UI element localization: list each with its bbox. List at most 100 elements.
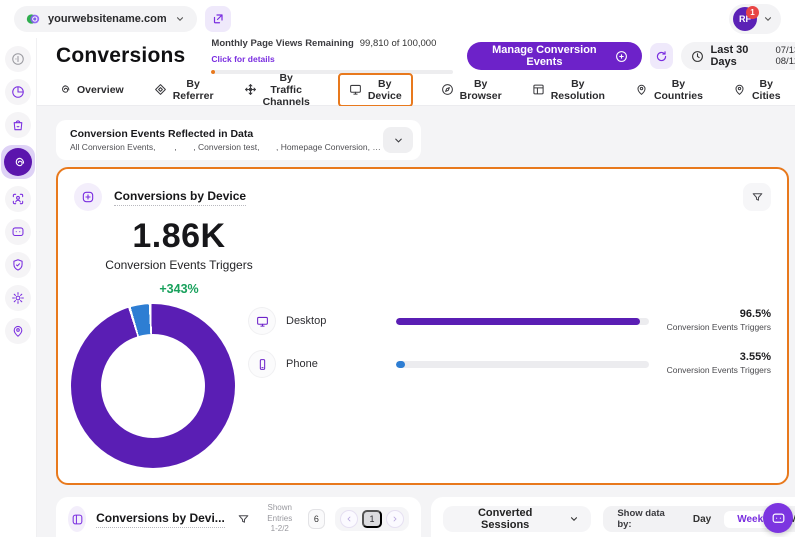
sidebar-item-conversions[interactable]: [4, 148, 32, 176]
sidebar-item-settings[interactable]: [5, 285, 31, 311]
conversions-table-card: Conversions by Devi... Shown Entries 1-2…: [56, 497, 421, 537]
show-data-by-label: Show data by:: [607, 508, 680, 530]
notification-badge: 1: [746, 6, 759, 19]
tab-by-cities[interactable]: By Cities: [731, 74, 783, 106]
phone-percentage-sub: Conversion Events Triggers: [663, 365, 771, 376]
per-page-selector[interactable]: 6: [308, 509, 325, 529]
chevron-down-icon: [569, 514, 579, 524]
chevron-left-icon: [345, 515, 353, 523]
external-link-icon: [212, 13, 224, 25]
gear-icon: [11, 291, 25, 305]
tab-by-referrer[interactable]: By Referrer: [152, 74, 216, 106]
refresh-button[interactable]: [650, 43, 673, 69]
tab-by-device[interactable]: By Device: [338, 73, 413, 107]
tab-by-browser[interactable]: By Browser: [439, 74, 504, 106]
views-remaining-label: Monthly Page Views Remaining: [211, 38, 353, 49]
funnel-icon: [237, 513, 250, 526]
account-menu[interactable]: RF 1: [729, 4, 781, 34]
tab-label: By Cities: [752, 78, 781, 102]
phone-percentage: 3.55%: [663, 351, 771, 363]
card-chart-icon: [74, 183, 102, 211]
collapse-panel-icon: [11, 52, 25, 66]
tab-label: By Traffic Channels: [263, 72, 310, 108]
tab-by-traffic-channels[interactable]: By Traffic Channels: [242, 68, 312, 112]
browser-compass-icon: [441, 83, 454, 96]
page-header: Conversions Monthly Page Views Remaining…: [37, 38, 795, 74]
resolution-window-icon: [532, 83, 545, 96]
desktop-bar-fill: [396, 318, 640, 325]
overview-icon: [58, 83, 71, 96]
sidebar-active-halo: [1, 145, 35, 179]
events-bar-list: All Conversion Events, , , Conversion te…: [70, 142, 383, 152]
shown-entries: Shown Entries 1-2/2: [262, 503, 298, 534]
chat-bubble-icon: [11, 225, 25, 239]
phone-icon: [249, 351, 275, 377]
chat-bubble-icon: [771, 511, 786, 526]
manage-conversion-events-button[interactable]: Manage Conversion Events: [467, 42, 642, 70]
tab-label: By Countries: [654, 78, 703, 102]
views-remaining-value: 99,810 of 100,000: [360, 38, 437, 49]
page-title: Conversions: [56, 44, 185, 68]
previous-page-button[interactable]: [340, 510, 358, 528]
phone-bar-fill: [396, 361, 405, 368]
tab-by-resolution[interactable]: By Resolution: [530, 74, 607, 106]
shown-entries-value: 1-2/2: [262, 524, 298, 534]
shopping-bag-icon: [11, 118, 25, 132]
card-filter-button[interactable]: [743, 183, 771, 211]
legend-row-desktop: Desktop 96.5% Conversion Events Triggers: [249, 308, 771, 334]
tab-label: By Referrer: [173, 78, 214, 102]
legend-row-phone: Phone 3.55% Conversion Events Triggers: [249, 351, 771, 377]
metric-dropdown[interactable]: Converted Sessions: [443, 506, 591, 532]
next-page-button[interactable]: [386, 510, 404, 528]
events-bar-expand-button[interactable]: [383, 127, 413, 153]
location-pin-icon: [635, 83, 648, 96]
conversion-events-bar: Conversion Events Reflected in Data All …: [56, 120, 421, 160]
sidebar-item-dashboard[interactable]: [5, 79, 31, 105]
sidebar-item-visitors[interactable]: [5, 318, 31, 344]
conversions-by-device-card: Conversions by Device 1.86K Conversion E…: [56, 167, 789, 485]
open-website-button[interactable]: [205, 6, 231, 32]
sidebar-collapse-button[interactable]: [5, 46, 31, 72]
granularity-day[interactable]: Day: [680, 511, 724, 528]
website-selector[interactable]: yourwebsitename.com: [14, 6, 197, 32]
sidebar-item-store[interactable]: [5, 112, 31, 138]
tab-overview[interactable]: Overview: [56, 79, 126, 100]
events-bar-title: Conversion Events Reflected in Data: [70, 128, 383, 140]
phone-bar-track: [396, 361, 649, 368]
table-filter-button[interactable]: [235, 513, 252, 526]
total-stats: 1.86K Conversion Events Triggers +343%: [74, 217, 284, 296]
tab-label: By Resolution: [551, 78, 605, 102]
tab-label: Overview: [77, 84, 124, 96]
website-name: yourwebsitename.com: [48, 13, 167, 25]
pie-chart-icon: [11, 85, 25, 99]
page-number[interactable]: 1: [362, 510, 382, 528]
desktop-percentage-sub: Conversion Events Triggers: [663, 322, 771, 333]
device-label: Phone: [286, 358, 396, 370]
device-monitor-icon: [349, 83, 362, 96]
metric-dropdown-label: Converted Sessions: [455, 507, 555, 531]
tab-by-countries[interactable]: By Countries: [633, 74, 705, 106]
device-legend: Desktop 96.5% Conversion Events Triggers: [249, 308, 771, 468]
sidebar-item-feedback[interactable]: [5, 219, 31, 245]
card-title[interactable]: Conversions by Device: [114, 189, 246, 206]
report-canvas: Conversion Events Reflected in Data All …: [37, 106, 795, 537]
chevron-down-icon: [175, 14, 185, 24]
desktop-percentage: 96.5%: [663, 308, 771, 320]
sidebar-item-security[interactable]: [5, 252, 31, 278]
referrer-icon: [154, 83, 167, 96]
change-percentage: +343%: [74, 282, 284, 296]
chevron-right-icon: [391, 515, 399, 523]
desktop-bar-track: [396, 318, 649, 325]
clock-icon: [691, 50, 704, 63]
sidebar: [0, 38, 36, 537]
top-bar: yourwebsitename.com RF 1: [0, 0, 795, 38]
donut-chart[interactable]: [71, 304, 235, 468]
total-value: 1.86K: [74, 217, 284, 256]
date-range-selector[interactable]: Last 30 Days 07/13/2025 - 08/12/2025: [681, 42, 795, 70]
table-card-title[interactable]: Conversions by Devi...: [96, 511, 225, 528]
sidebar-item-audience[interactable]: [5, 186, 31, 212]
views-details-link[interactable]: Click for details: [211, 54, 274, 64]
plus-circle-icon: [615, 50, 628, 63]
user-scan-icon: [11, 192, 25, 206]
support-chat-button[interactable]: [763, 503, 793, 533]
